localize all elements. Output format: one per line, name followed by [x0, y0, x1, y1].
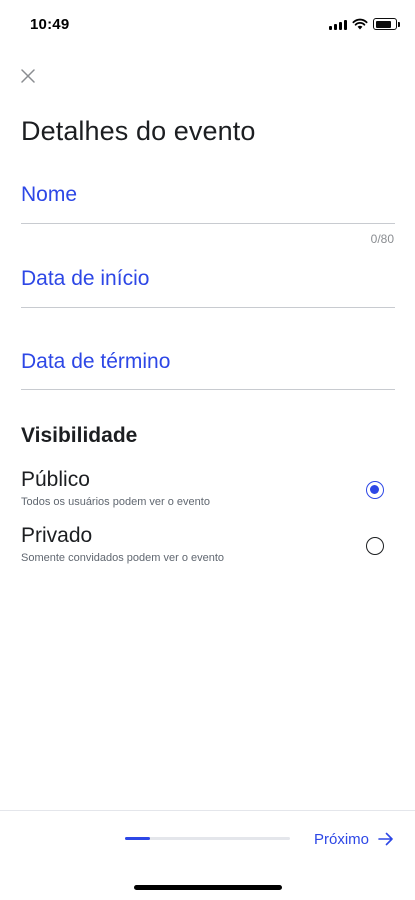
- wifi-icon: [352, 18, 368, 30]
- status-icons: [329, 17, 400, 31]
- end-date-field-underline: [21, 389, 395, 390]
- visibility-option-private[interactable]: Privado Somente convidados podem ver o e…: [21, 524, 395, 570]
- step-progress-bar: [125, 837, 290, 840]
- visibility-option-title: Privado: [21, 524, 93, 547]
- status-bar: 10:49: [0, 0, 415, 48]
- next-button[interactable]: Próximo: [314, 826, 394, 852]
- name-field-label: Nome: [21, 183, 78, 206]
- arrow-right-icon: [378, 832, 393, 846]
- next-button-label: Próximo: [314, 830, 370, 848]
- name-character-counter: 0/80: [370, 232, 394, 246]
- event-details-screen: 10:49 Detalhes do evento Nome 0/80 Data …: [0, 0, 415, 900]
- step-progress-fill: [125, 837, 150, 840]
- visibility-option-description: Somente convidados podem ver o evento: [21, 552, 225, 564]
- battery-icon: [373, 18, 400, 30]
- visibility-option-description: Todos os usuários podem ver o evento: [21, 496, 210, 508]
- name-field[interactable]: Nome: [21, 183, 395, 224]
- start-date-field[interactable]: Data de início: [21, 267, 395, 308]
- name-field-underline: [21, 223, 395, 224]
- footer-divider: [0, 810, 415, 811]
- end-date-field[interactable]: Data de término: [21, 350, 395, 390]
- visibility-section-title: Visibilidade: [21, 424, 138, 447]
- close-icon: [21, 69, 35, 83]
- visibility-option-title: Público: [21, 468, 90, 491]
- page-title: Detalhes do evento: [21, 116, 256, 146]
- public-radio-button[interactable]: [366, 481, 384, 499]
- status-time: 10:49: [30, 16, 70, 33]
- end-date-field-label: Data de término: [21, 350, 171, 373]
- start-date-field-label: Data de início: [21, 267, 150, 290]
- visibility-option-public[interactable]: Público Todos os usuários podem ver o ev…: [21, 468, 395, 514]
- close-button[interactable]: [16, 64, 40, 88]
- private-radio-button[interactable]: [366, 537, 384, 555]
- start-date-field-underline: [21, 307, 395, 308]
- signal-icon: [329, 19, 347, 30]
- home-indicator: [134, 885, 282, 890]
